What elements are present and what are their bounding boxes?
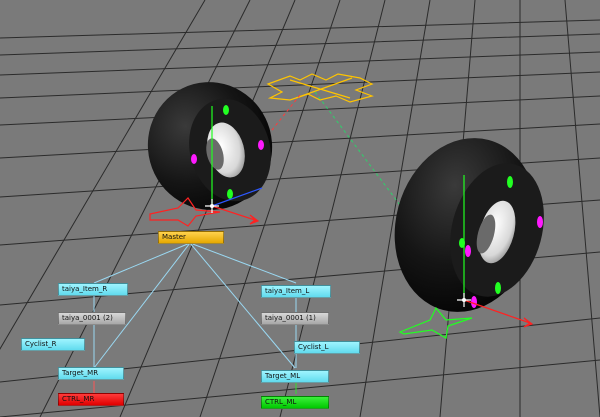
node-ctrl-ml[interactable]: CTRL_ML: [261, 396, 329, 409]
node-taiya-0001-2[interactable]: taiya_0001 (2): [58, 312, 126, 325]
node-target-ml[interactable]: Target_ML: [261, 370, 329, 383]
node-master[interactable]: Master: [158, 231, 224, 244]
move-manipulator-icon[interactable]: [266, 73, 374, 103]
node-taiya-item-r[interactable]: taiya_Item_R: [58, 283, 128, 296]
node-target-mr[interactable]: Target_MR: [58, 367, 124, 380]
node-ctrl-mr[interactable]: CTRL_MR: [58, 393, 124, 406]
3d-viewport[interactable]: Master taiya_Item_R taiya_Item_L taiya_0…: [0, 0, 600, 417]
node-taiya-0001-1[interactable]: taiya_0001 (1): [261, 312, 329, 325]
scene-canvas[interactable]: [0, 0, 600, 417]
node-cyclist-l[interactable]: Cyclist_L: [294, 341, 360, 354]
tire-right[interactable]: [376, 122, 558, 328]
node-cyclist-r[interactable]: Cyclist_R: [21, 338, 85, 351]
node-taiya-item-l[interactable]: taiya_Item_L: [261, 285, 331, 298]
